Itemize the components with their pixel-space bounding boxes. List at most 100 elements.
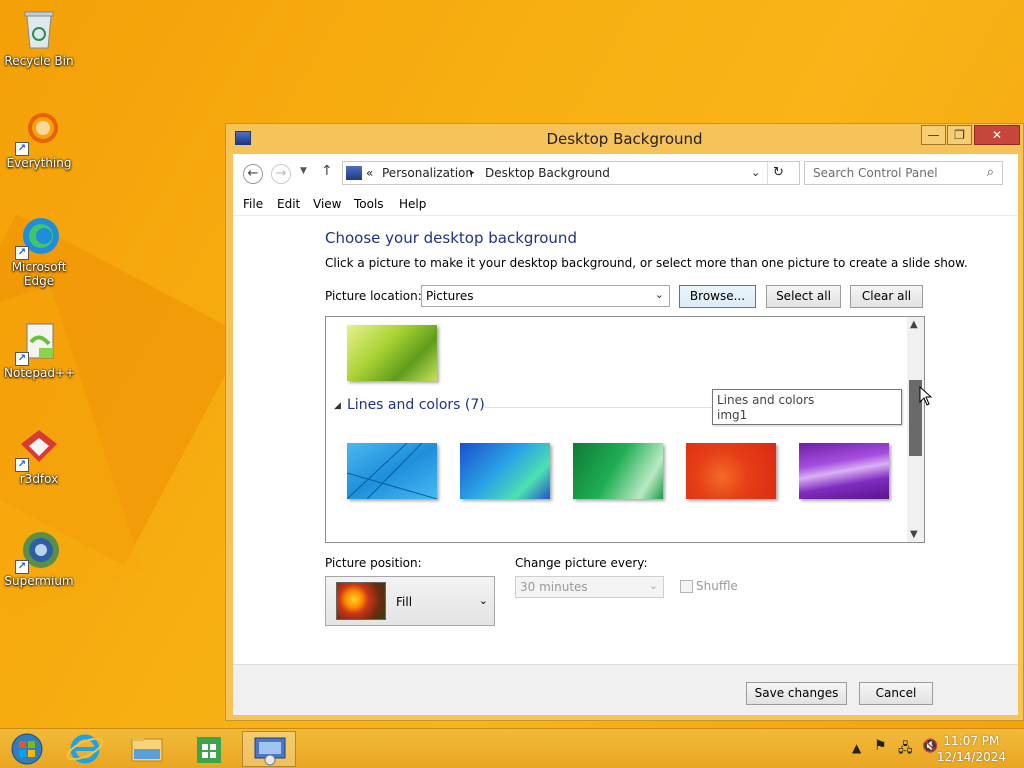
menu-view[interactable]: View: [313, 197, 341, 211]
page-description: Click a picture to make it your desktop …: [325, 256, 968, 270]
desktop-icon-r3dfox[interactable]: ↗ r3dfox: [4, 426, 74, 486]
menu-file[interactable]: File: [243, 197, 263, 211]
desktop-icon-label: Microsoft Edge: [11, 260, 67, 288]
desktop-icon-supermium[interactable]: ↗ Supermium: [4, 528, 74, 588]
search-icon[interactable]: ⌕: [987, 165, 994, 180]
chevron-down-icon: ⌄: [478, 594, 488, 607]
picture-thumbnail[interactable]: [346, 442, 438, 500]
internet-explorer-icon: [66, 734, 104, 764]
shuffle-label: Shuffle: [696, 579, 738, 593]
picture-position-label: Picture position:: [325, 556, 422, 570]
browse-button[interactable]: Browse...: [679, 285, 756, 308]
window-content: ← → ▼ ↑ « Personalization ▸ Desktop Back…: [233, 154, 1018, 715]
menu-edit[interactable]: Edit: [277, 197, 300, 211]
mouse-cursor-icon: [919, 386, 933, 406]
desktop-icon-label: Supermium: [4, 574, 74, 588]
picture-location-select[interactable]: Pictures ⌄: [421, 285, 670, 307]
menu-help[interactable]: Help: [399, 197, 426, 211]
picture-thumbnail[interactable]: [799, 443, 889, 499]
footer-bar: Save changes Cancel: [233, 664, 1018, 715]
close-button[interactable]: ✕: [974, 125, 1020, 145]
desktop-icon-recycle-bin[interactable]: Recycle Bin: [4, 8, 74, 68]
clock-date: 12/14/2024: [936, 750, 1006, 764]
desktop-icon-everything[interactable]: ↗ Everything: [4, 110, 74, 170]
address-bar[interactable]: « Personalization ▸ Desktop Background ⌄…: [342, 161, 800, 185]
taskbar-clock[interactable]: 11:07 PM 12/14/2024: [937, 733, 1006, 765]
notepad-plus-plus-icon: ↗: [15, 320, 61, 366]
tooltip-filename: img1: [717, 408, 748, 422]
refresh-icon[interactable]: ↻: [773, 165, 784, 180]
desktop-background-window: Desktop Background — ❐ ✕ ← → ▼ ↑ « Perso…: [225, 123, 1024, 721]
clear-all-button[interactable]: Clear all: [850, 285, 923, 308]
maximize-button[interactable]: ❐: [947, 125, 972, 145]
taskbar: ▲ ⚑ 🖧 🔇 11:07 PM 12/14/2024: [0, 728, 1024, 768]
r3dfox-icon: ↗: [15, 426, 61, 472]
network-icon[interactable]: 🖧: [898, 739, 913, 761]
control-panel-icon: [346, 166, 362, 180]
select-all-button[interactable]: Select all: [766, 285, 841, 308]
window-title: Desktop Background: [546, 130, 703, 148]
picture-thumbnail[interactable]: [347, 325, 437, 381]
up-button[interactable]: ↑: [321, 163, 333, 179]
scroll-down-icon[interactable]: ▼: [910, 529, 918, 540]
recent-locations-dropdown[interactable]: ▼: [300, 166, 307, 176]
taskbar-control-panel[interactable]: [242, 731, 296, 767]
search-placeholder: Search Control Panel: [813, 166, 938, 180]
shortcut-arrow-icon: ↗: [15, 560, 29, 574]
recycle-bin-icon: [17, 8, 61, 52]
chevron-down-icon: ⌄: [654, 288, 664, 301]
picture-location-value: Pictures: [426, 289, 474, 303]
picture-position-value: Fill: [396, 595, 413, 609]
address-prefix: «: [366, 166, 374, 180]
taskbar-store[interactable]: [182, 731, 236, 767]
navigation-bar: ← → ▼ ↑ « Personalization ▸ Desktop Back…: [233, 154, 1018, 194]
everything-icon: ↗: [15, 110, 61, 156]
desktop-icon-notepad-plus-plus[interactable]: ↗ Notepad++: [4, 320, 76, 380]
shortcut-arrow-icon: ↗: [15, 458, 29, 472]
minimize-button[interactable]: —: [921, 125, 946, 145]
breadcrumb-personalization[interactable]: Personalization: [382, 166, 473, 180]
folder-icon: [131, 737, 163, 762]
picture-thumbnail[interactable]: [573, 443, 663, 499]
menu-tools[interactable]: Tools: [354, 197, 384, 211]
picture-thumbnail[interactable]: [460, 443, 550, 499]
taskbar-file-explorer[interactable]: [120, 731, 174, 767]
volume-muted-icon[interactable]: 🔇: [922, 739, 938, 754]
title-bar[interactable]: Desktop Background — ❐ ✕: [226, 124, 1023, 154]
desktop-icon-label: r3dfox: [19, 472, 59, 486]
action-center-flag-icon[interactable]: ⚑: [874, 738, 887, 754]
picture-thumbnail[interactable]: [686, 443, 776, 499]
change-picture-select[interactable]: 30 minutes ⌄: [515, 576, 664, 598]
divider: [767, 162, 768, 184]
page-title: Choose your desktop background: [325, 229, 577, 247]
collapse-triangle-icon[interactable]: ◢: [334, 401, 341, 411]
desktop-icon-microsoft-edge[interactable]: ↗ Microsoft Edge: [4, 214, 74, 288]
tooltip: Lines and colors img1: [712, 389, 902, 425]
search-input[interactable]: Search Control Panel ⌕: [804, 161, 1003, 185]
shuffle-checkbox[interactable]: [680, 580, 693, 593]
save-changes-button[interactable]: Save changes: [746, 682, 847, 705]
supermium-icon: ↗: [15, 528, 61, 574]
desktop-icon-label: Recycle Bin: [4, 54, 74, 68]
cancel-button[interactable]: Cancel: [859, 682, 933, 705]
shortcut-arrow-icon: ↗: [15, 142, 29, 156]
breadcrumb-desktop-background[interactable]: Desktop Background: [485, 166, 610, 180]
clock-time: 11:07 PM: [943, 734, 1000, 748]
scroll-up-icon[interactable]: ▲: [910, 319, 918, 330]
vertical-scrollbar[interactable]: ▲ ▼: [907, 317, 924, 542]
menu-bar: File Edit View Tools Help: [233, 194, 1018, 216]
change-picture-label: Change picture every:: [515, 556, 648, 570]
breadcrumb-separator-icon[interactable]: ▸: [470, 168, 475, 178]
show-hidden-icons-icon[interactable]: ▲: [852, 741, 861, 755]
back-button[interactable]: ←: [243, 164, 263, 184]
desktop-icon-label: Notepad++: [4, 366, 76, 380]
group-title[interactable]: Lines and colors (7): [347, 397, 485, 413]
store-icon: [197, 737, 221, 763]
address-dropdown-icon[interactable]: ⌄: [751, 166, 760, 179]
start-button[interactable]: [0, 731, 54, 767]
taskbar-internet-explorer[interactable]: [58, 731, 112, 767]
picture-position-select[interactable]: Fill ⌄: [325, 576, 495, 626]
control-panel-icon: [254, 737, 286, 766]
picture-location-label: Picture location:: [325, 289, 422, 303]
forward-button[interactable]: →: [271, 164, 291, 184]
